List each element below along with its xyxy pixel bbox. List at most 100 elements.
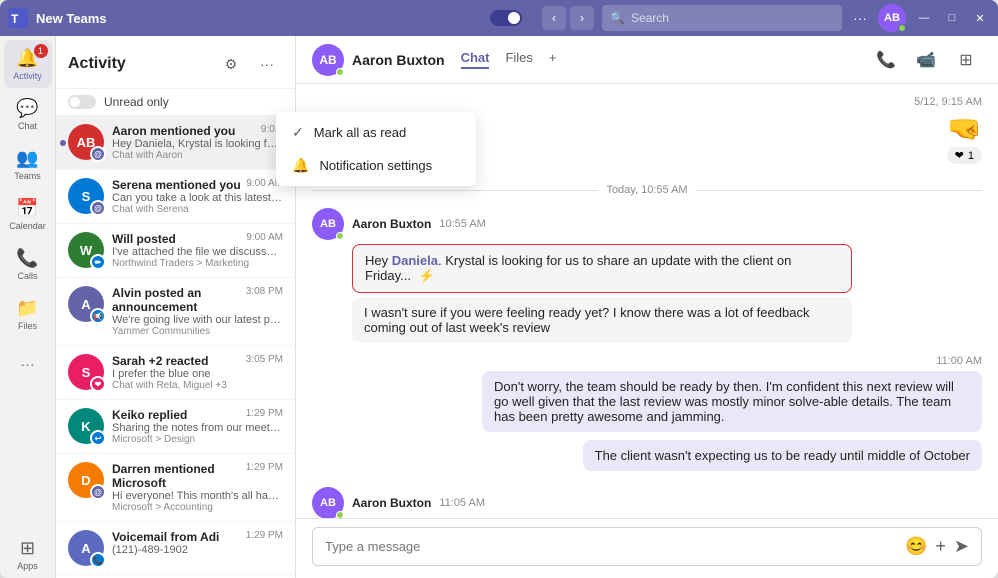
- avatar: S ❤: [68, 354, 104, 390]
- apps-label: Apps: [17, 561, 38, 571]
- minimize-button[interactable]: —: [914, 8, 934, 28]
- contact-avatar: AB: [312, 44, 344, 76]
- own-message-bubble: Don't worry, the team should be ready by…: [482, 371, 982, 432]
- tab-add[interactable]: +: [549, 50, 557, 69]
- list-item[interactable]: S ❤ Sarah +2 reacted 3:05 PM I prefer th…: [56, 346, 295, 400]
- teams-logo-icon: T: [8, 8, 28, 28]
- message-input-box: 😊 + ➤: [312, 527, 982, 566]
- activity-item-msg: Can you take a look at this latest fi...: [112, 192, 283, 204]
- bell-icon: 🔔: [292, 157, 309, 174]
- message-sender-row: AB Aaron Buxton 10:55 AM: [312, 208, 982, 240]
- app-title: New Teams: [36, 11, 482, 26]
- list-item[interactable]: W ✏ Will posted 9:00 AM I've attached th…: [56, 224, 295, 278]
- message-bubble: I wasn't sure if you were feeling ready …: [352, 297, 852, 343]
- activity-item-content: Voicemail from Adi 1:29 PM (121)-489-190…: [112, 530, 283, 566]
- back-button[interactable]: ‹: [542, 6, 566, 30]
- chat-header: AB Aaron Buxton Chat Files + 📞 📹 ⊞: [296, 36, 998, 84]
- list-item[interactable]: S @ Serena mentioned you 9:00 AM Can you…: [56, 170, 295, 224]
- message-avatar: AB: [312, 487, 344, 518]
- unread-toggle[interactable]: [68, 95, 96, 109]
- unread-filter-label: Unread only: [104, 95, 169, 109]
- sidebar-toggle-button[interactable]: ⊞: [950, 44, 982, 76]
- activity-item-content: Darren mentioned Microsoft 1:29 PM Hi ev…: [112, 462, 283, 513]
- activity-panel: Activity ⚙ ··· Unread only AB @: [56, 36, 296, 578]
- list-item[interactable]: A 📢 Alvin posted an announcement 3:08 PM…: [56, 278, 295, 346]
- sidebar-item-calendar[interactable]: 📅 Calendar: [4, 190, 52, 238]
- activity-item-msg: Hi everyone! This month's all hands ...: [112, 490, 283, 502]
- activity-header-icons: ⚙ ···: [215, 48, 283, 80]
- activity-item-content: Serena mentioned you 9:00 AM Can you tak…: [112, 178, 283, 215]
- activity-item-source: Chat with Reta, Miguel +3: [112, 380, 283, 391]
- teams-icon: 👥: [16, 148, 38, 169]
- maximize-button[interactable]: □: [942, 8, 962, 28]
- sidebar-item-teams[interactable]: 👥 Teams: [4, 140, 52, 188]
- list-item[interactable]: AB @ Aaron mentioned you 9:0... Hey Dani…: [56, 116, 295, 170]
- mark-all-read-item[interactable]: ✓ Mark all as read: [276, 116, 476, 149]
- contact-name: Aaron Buxton: [352, 52, 445, 68]
- activity-item-msg: (121)-489-1902: [112, 544, 283, 556]
- message-input[interactable]: [325, 539, 897, 554]
- activity-item-source: Chat with Aaron: [112, 150, 283, 161]
- user-avatar[interactable]: AB: [878, 4, 906, 32]
- send-button[interactable]: ➤: [954, 536, 969, 557]
- activity-type-badge: ❤: [90, 376, 106, 392]
- sidebar-item-files[interactable]: 📁 Files: [4, 290, 52, 338]
- chat-input-area: 😊 + ➤: [296, 518, 998, 578]
- activity-label: Activity: [13, 71, 42, 81]
- reaction-icon: ⚡: [419, 268, 435, 283]
- avatar: S @: [68, 178, 104, 214]
- sidebar-item-apps[interactable]: ⊞ Apps: [4, 530, 52, 578]
- activity-type-badge: ↩: [90, 430, 106, 446]
- sidebar-item-calls[interactable]: 📞 Calls: [4, 240, 52, 288]
- activity-item-msg: I've attached the file we discussed t...: [112, 246, 283, 258]
- more-options-button[interactable]: ···: [850, 8, 870, 28]
- activity-list: AB @ Aaron mentioned you 9:0... Hey Dani…: [56, 116, 295, 578]
- sidebar-item-more[interactable]: ···: [4, 340, 52, 388]
- files-label: Files: [18, 321, 37, 331]
- close-button[interactable]: ✕: [970, 8, 990, 28]
- list-item[interactable]: K ↩ Keiko replied 1:29 PM Sharing the no…: [56, 400, 295, 454]
- activity-item-source: Microsoft > Accounting: [112, 502, 283, 513]
- user-status-indicator: [898, 24, 906, 32]
- activity-type-badge: ✏: [90, 254, 106, 270]
- activity-header: Activity ⚙ ···: [56, 36, 295, 89]
- activity-item-source: Northwind Traders > Marketing: [112, 258, 283, 269]
- sidebar-item-chat[interactable]: 💬 Chat: [4, 90, 52, 138]
- activity-item-name: Aaron mentioned you: [112, 124, 235, 138]
- contact-status-indicator: [336, 68, 344, 76]
- message-sender-row: AB Aaron Buxton 11:05 AM: [312, 487, 982, 518]
- list-item[interactable]: D @ Darren mentioned Microsoft 1:29 PM H…: [56, 454, 295, 522]
- toggle-knob: [508, 12, 520, 24]
- forward-button[interactable]: ›: [570, 6, 594, 30]
- tab-chat[interactable]: Chat: [461, 50, 490, 69]
- notification-settings-label: Notification settings: [319, 158, 432, 173]
- voice-call-button[interactable]: 📞: [870, 44, 902, 76]
- activity-item-name: Will posted: [112, 232, 176, 246]
- message-bubble: Hey Daniela. Krystal is looking for us t…: [352, 244, 852, 293]
- reaction-count: ❤ 1: [947, 147, 982, 164]
- message-group: AB Aaron Buxton 10:55 AM Hey Daniela. Kr…: [312, 208, 982, 343]
- calls-label: Calls: [17, 271, 37, 281]
- unread-toggle-knob: [70, 97, 80, 107]
- notification-settings-item[interactable]: 🔔 Notification settings: [276, 149, 476, 182]
- sidebar-item-activity[interactable]: 🔔 Activity 1: [4, 40, 52, 88]
- activity-item-content: Keiko replied 1:29 PM Sharing the notes …: [112, 408, 283, 445]
- svg-text:T: T: [11, 12, 19, 26]
- video-call-button[interactable]: 📹: [910, 44, 942, 76]
- activity-item-name: Alvin posted an announcement: [112, 286, 246, 314]
- activity-item-time: 1:29 PM: [246, 530, 283, 544]
- tab-files[interactable]: Files: [505, 50, 532, 69]
- new-teams-toggle[interactable]: [490, 10, 522, 26]
- emoji-button[interactable]: 😊: [905, 536, 927, 557]
- list-item[interactable]: A 📞 Voicemail from Adi 1:29 PM (121)-489…: [56, 522, 295, 575]
- mark-all-read-label: Mark all as read: [314, 125, 406, 140]
- avatar: D @: [68, 462, 104, 498]
- activity-panel-title: Activity: [68, 55, 126, 73]
- calendar-icon: 📅: [16, 198, 38, 219]
- search-box[interactable]: 🔍 Search: [602, 5, 842, 31]
- activity-filter-icon[interactable]: ⚙: [215, 48, 247, 80]
- activity-more-icon[interactable]: ···: [251, 48, 283, 80]
- attach-button[interactable]: +: [935, 536, 946, 557]
- title-bar: T New Teams ‹ › 🔍 Search ··· AB — □ ✕: [0, 0, 998, 36]
- activity-item-source: Microsoft > Design: [112, 434, 283, 445]
